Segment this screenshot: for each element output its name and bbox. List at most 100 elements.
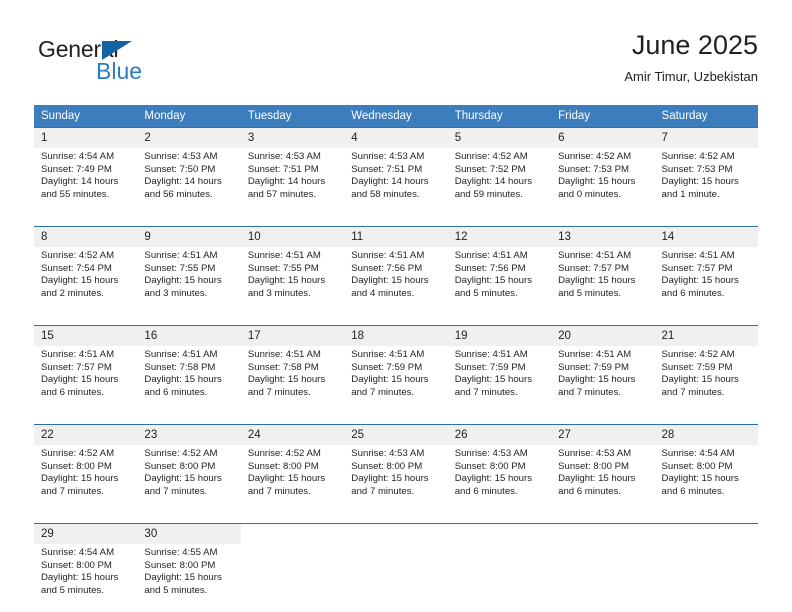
day-number-cell[interactable]: 19 bbox=[447, 325, 552, 346]
day-number-cell[interactable]: 13 bbox=[551, 226, 655, 247]
day-number-cell[interactable]: 30 bbox=[137, 523, 241, 544]
sunset-time: Sunset: 8:00 PM bbox=[247, 460, 319, 472]
calendar-header: Sunday Monday Tuesday Wednesday Thursday… bbox=[34, 105, 758, 128]
daylight-duration-line2: and 6 minutes. bbox=[41, 386, 104, 398]
week-spacer-row bbox=[34, 315, 758, 326]
daylight-duration-line1: Daylight: 15 hours bbox=[558, 473, 636, 485]
day-number-cell[interactable]: 28 bbox=[654, 424, 758, 445]
sunrise-time: Sunrise: 4:52 AM bbox=[454, 151, 528, 162]
day-number-cell[interactable]: 29 bbox=[34, 523, 138, 544]
day-detail-cell[interactable]: Sunrise: 4:51 AM Sunset: 7:58 PM Daylight:… bbox=[240, 346, 345, 414]
day-detail-cell[interactable]: Sunrise: 4:54 AM Sunset: 8:00 PM Daylight:… bbox=[34, 544, 138, 612]
day-number-cell[interactable]: 6 bbox=[551, 127, 655, 148]
day-detail-cell[interactable]: Sunrise: 4:51 AM Sunset: 7:59 PM Daylight:… bbox=[551, 346, 655, 414]
daylight-duration-line1: Daylight: 15 hours bbox=[41, 275, 119, 287]
daylight-duration-line2: and 5 minutes. bbox=[558, 287, 622, 299]
day-detail-cell[interactable]: Sunrise: 4:53 AM Sunset: 7:50 PM Daylight:… bbox=[137, 148, 241, 216]
week-spacer-cell bbox=[34, 216, 758, 227]
day-detail-cell[interactable]: Sunrise: 4:54 AM Sunset: 8:00 PM Daylight:… bbox=[654, 445, 758, 513]
day-detail-cell[interactable]: Sunrise: 4:51 AM Sunset: 7:57 PM Daylight:… bbox=[551, 247, 655, 315]
daylight-duration-line2: and 1 minute. bbox=[661, 188, 720, 200]
day-detail-cell[interactable]: Sunrise: 4:52 AM Sunset: 8:00 PM Daylight:… bbox=[34, 445, 138, 513]
day-number-cell[interactable]: 4 bbox=[344, 127, 448, 148]
day-number-cell[interactable]: 18 bbox=[344, 325, 448, 346]
day-detail-cell[interactable]: Sunrise: 4:51 AM Sunset: 7:57 PM Daylight:… bbox=[654, 247, 758, 315]
sunrise-sunset-calendar: Sunday Monday Tuesday Wednesday Thursday… bbox=[34, 105, 758, 612]
day-detail-cell[interactable]: Sunrise: 4:52 AM Sunset: 7:54 PM Daylight:… bbox=[34, 247, 138, 315]
day-number-cell[interactable]: 23 bbox=[137, 424, 241, 445]
day-number-cell[interactable]: 2 bbox=[137, 127, 241, 148]
day-number-cell[interactable]: 17 bbox=[240, 325, 345, 346]
week-spacer-cell bbox=[34, 513, 758, 524]
day-number-cell[interactable]: 24 bbox=[240, 424, 345, 445]
sunset-time: Sunset: 7:51 PM bbox=[247, 163, 319, 175]
day-number-cell[interactable]: 26 bbox=[447, 424, 552, 445]
daylight-duration-line1: Daylight: 14 hours bbox=[247, 176, 326, 188]
day-detail-cell[interactable]: Sunrise: 4:53 AM Sunset: 8:00 PM Daylight:… bbox=[344, 445, 448, 513]
day-detail-cell[interactable]: Sunrise: 4:51 AM Sunset: 7:56 PM Daylight:… bbox=[447, 247, 552, 315]
day-detail-cell[interactable]: Sunrise: 4:52 AM Sunset: 7:53 PM Daylight:… bbox=[551, 148, 655, 216]
day-number-cell[interactable]: 10 bbox=[240, 226, 345, 247]
day-number-cell[interactable]: 12 bbox=[447, 226, 552, 247]
day-detail-cell[interactable]: Sunrise: 4:51 AM Sunset: 7:55 PM Daylight:… bbox=[137, 247, 241, 315]
daylight-duration-line1: Daylight: 15 hours bbox=[661, 473, 739, 485]
sunrise-time: Sunrise: 4:51 AM bbox=[247, 250, 321, 261]
day-detail-cell[interactable]: Sunrise: 4:52 AM Sunset: 8:00 PM Daylight:… bbox=[137, 445, 241, 513]
sunset-time: Sunset: 8:00 PM bbox=[41, 559, 112, 571]
day-number-cell[interactable]: 7 bbox=[654, 127, 758, 148]
day-detail-cell[interactable]: Sunrise: 4:53 AM Sunset: 7:51 PM Daylight:… bbox=[240, 148, 345, 216]
day-number-cell[interactable]: 11 bbox=[344, 226, 448, 247]
sunrise-time: Sunrise: 4:52 AM bbox=[144, 448, 218, 459]
day-number-cell[interactable]: 27 bbox=[551, 424, 655, 445]
sunrise-time: Sunrise: 4:52 AM bbox=[661, 151, 735, 162]
day-number-cell[interactable]: 5 bbox=[447, 127, 552, 148]
day-number-cell[interactable]: 3 bbox=[240, 127, 345, 148]
daylight-duration-line1: Daylight: 15 hours bbox=[144, 374, 222, 386]
day-detail-cell[interactable]: Sunrise: 4:53 AM Sunset: 7:51 PM Daylight:… bbox=[344, 148, 448, 216]
day-number-cell[interactable]: 20 bbox=[551, 325, 655, 346]
sunset-time: Sunset: 7:59 PM bbox=[454, 361, 526, 373]
general-blue-logo[interactable]: General Blue bbox=[38, 36, 228, 92]
day-detail-cell[interactable]: Sunrise: 4:53 AM Sunset: 8:00 PM Daylight:… bbox=[551, 445, 655, 513]
sunset-time: Sunset: 7:56 PM bbox=[351, 262, 423, 274]
sunrise-time: Sunrise: 4:55 AM bbox=[144, 547, 218, 558]
day-detail-cell[interactable]: Sunrise: 4:51 AM Sunset: 7:55 PM Daylight:… bbox=[240, 247, 345, 315]
day-detail-cell[interactable]: Sunrise: 4:52 AM Sunset: 7:53 PM Daylight:… bbox=[654, 148, 758, 216]
daylight-duration-line1: Daylight: 15 hours bbox=[661, 176, 739, 188]
sunset-time: Sunset: 7:50 PM bbox=[144, 163, 216, 175]
day-detail-cell[interactable]: Sunrise: 4:51 AM Sunset: 7:59 PM Daylight:… bbox=[344, 346, 448, 414]
sunset-time: Sunset: 8:00 PM bbox=[351, 460, 423, 472]
day-detail-cell[interactable]: Sunrise: 4:51 AM Sunset: 7:56 PM Daylight:… bbox=[344, 247, 448, 315]
day-detail-cell[interactable]: Sunrise: 4:54 AM Sunset: 7:49 PM Daylight:… bbox=[34, 148, 138, 216]
day-number-row: 29 30 bbox=[34, 523, 758, 544]
day-detail-cell[interactable]: Sunrise: 4:51 AM Sunset: 7:57 PM Daylight:… bbox=[34, 346, 138, 414]
day-number-cell[interactable]: 1 bbox=[34, 127, 138, 148]
daylight-duration-line2: and 6 minutes. bbox=[661, 287, 725, 299]
day-number-cell[interactable]: 22 bbox=[34, 424, 138, 445]
week-spacer-row bbox=[34, 216, 758, 227]
day-number-cell[interactable]: 8 bbox=[34, 226, 138, 247]
week-spacer-cell bbox=[34, 315, 758, 326]
daylight-duration-line2: and 7 minutes. bbox=[351, 485, 415, 497]
day-number-cell[interactable]: 15 bbox=[34, 325, 138, 346]
day-number-cell[interactable]: 14 bbox=[654, 226, 758, 247]
day-detail-cell[interactable]: Sunrise: 4:52 AM Sunset: 7:52 PM Daylight:… bbox=[447, 148, 552, 216]
day-detail-cell[interactable]: Sunrise: 4:52 AM Sunset: 8:00 PM Daylight:… bbox=[240, 445, 345, 513]
daylight-duration-line2: and 6 minutes. bbox=[558, 485, 622, 497]
daylight-duration-line1: Daylight: 15 hours bbox=[454, 275, 533, 287]
daylight-duration-line1: Daylight: 15 hours bbox=[351, 374, 429, 386]
day-number-cell[interactable]: 9 bbox=[137, 226, 241, 247]
day-detail-cell[interactable]: Sunrise: 4:51 AM Sunset: 7:59 PM Daylight:… bbox=[447, 346, 552, 414]
day-detail-cell[interactable]: Sunrise: 4:51 AM Sunset: 7:58 PM Daylight:… bbox=[137, 346, 241, 414]
day-detail-cell[interactable]: Sunrise: 4:55 AM Sunset: 8:00 PM Daylight:… bbox=[137, 544, 241, 612]
day-detail-cell[interactable]: Sunrise: 4:53 AM Sunset: 8:00 PM Daylight:… bbox=[447, 445, 552, 513]
day-number-cell[interactable]: 25 bbox=[344, 424, 448, 445]
day-number-cell[interactable]: 16 bbox=[137, 325, 241, 346]
sunset-time: Sunset: 8:00 PM bbox=[661, 460, 733, 472]
daylight-duration-line1: Daylight: 15 hours bbox=[454, 374, 533, 386]
empty-day-detail-cell bbox=[240, 544, 345, 612]
weekday-header-sunday: Sunday bbox=[34, 105, 138, 128]
day-number-cell[interactable]: 21 bbox=[654, 325, 758, 346]
sunrise-time: Sunrise: 4:53 AM bbox=[351, 151, 425, 162]
day-detail-cell[interactable]: Sunrise: 4:52 AM Sunset: 7:59 PM Daylight:… bbox=[654, 346, 758, 414]
